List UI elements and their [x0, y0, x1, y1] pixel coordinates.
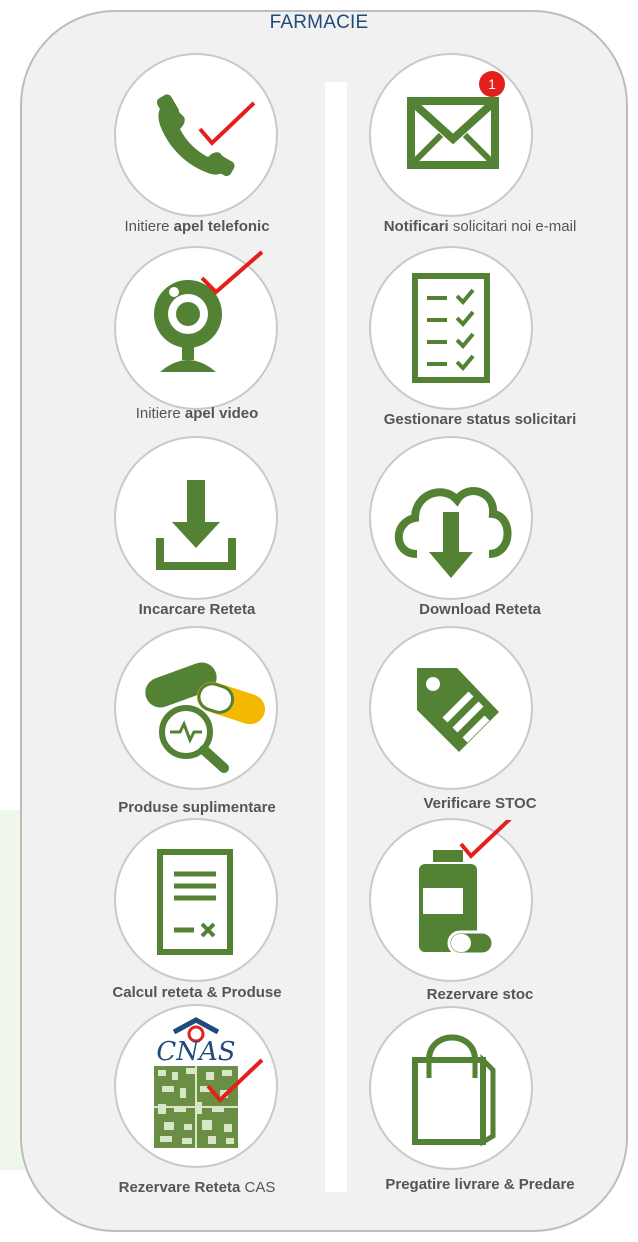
- label-upload-prescription: Incarcare Reteta: [138, 601, 256, 618]
- label-stock-check: Verificare STOC: [423, 795, 537, 812]
- panel-title: FARMACIE: [269, 12, 369, 33]
- download-prescription-tile[interactable]: [369, 436, 533, 600]
- stock-check-tile[interactable]: [369, 626, 533, 790]
- checklist-icon: [412, 273, 490, 383]
- shopping-bag-icon: [412, 1034, 496, 1147]
- download-tray-icon: [156, 480, 236, 570]
- extra-products-tile[interactable]: [114, 626, 278, 790]
- label-stock-reservation: Rezervare stoc: [426, 986, 534, 1003]
- medicine-bottle-check-icon: [419, 820, 512, 956]
- webcam-check-icon: [154, 250, 264, 372]
- delivery-prep-tile[interactable]: [369, 1006, 533, 1170]
- label-phone-call: Initiere apel telefonic: [124, 218, 270, 235]
- email-notifications-tile[interactable]: 1: [369, 53, 533, 217]
- calc-prescription-tile[interactable]: [114, 818, 278, 982]
- column-divider: [325, 82, 347, 1192]
- label-request-status: Gestionare status solicitari: [383, 411, 577, 428]
- label-extra-products: Produse suplimentare: [118, 799, 276, 816]
- label-download-prescription: Download Reteta: [419, 601, 541, 618]
- phone-call-tile[interactable]: [114, 53, 278, 217]
- pills-magnifier-icon: [145, 662, 266, 773]
- stock-reservation-tile[interactable]: [369, 818, 533, 982]
- phone-check-icon: [156, 94, 256, 177]
- invoice-icon: [157, 849, 233, 955]
- label-email-notifications: Notificari solicitari noi e-mail: [383, 218, 577, 235]
- label-calc-prescription: Calcul reteta & Produse: [112, 984, 282, 1001]
- request-status-tile[interactable]: [369, 246, 533, 410]
- farmacie-panel: [20, 10, 628, 1232]
- price-tag-icon: [417, 668, 499, 752]
- label-cas-prescription: Rezervare Reteta CAS: [118, 1179, 276, 1196]
- cloud-download-icon: [394, 487, 512, 578]
- label-delivery-prep: Pregatire livrare & Predare: [385, 1176, 575, 1193]
- video-call-tile[interactable]: [114, 246, 278, 410]
- envelope-icon: [407, 97, 499, 169]
- upload-prescription-tile[interactable]: [114, 436, 278, 600]
- cnas-qr-check-icon: CNAS: [154, 1017, 264, 1148]
- notification-badge: 1: [479, 71, 505, 97]
- label-video-call: Initiere apel video: [135, 405, 259, 422]
- cnas-logo-text: CNAS: [156, 1037, 235, 1067]
- cas-prescription-tile[interactable]: CNAS: [114, 1004, 278, 1168]
